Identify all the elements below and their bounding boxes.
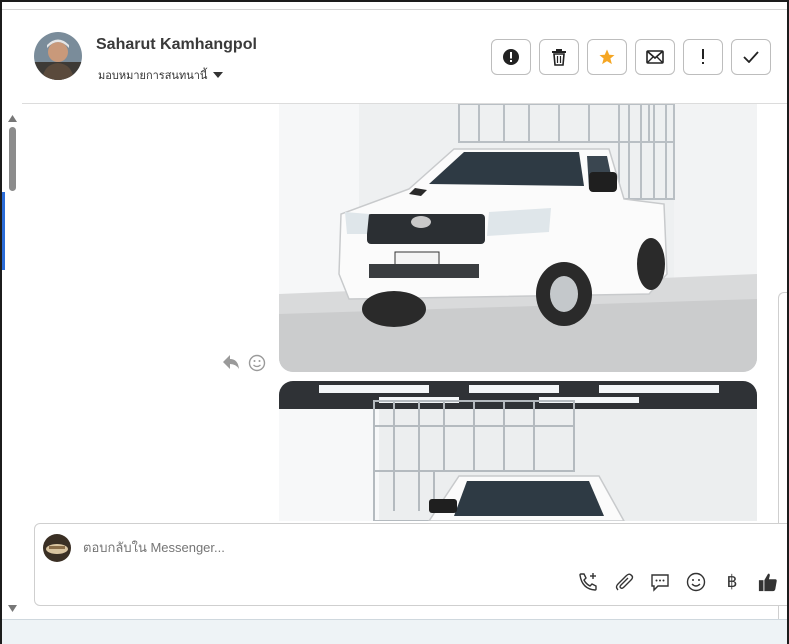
message-image-truck-1[interactable] (279, 104, 757, 372)
attach-button[interactable] (614, 572, 634, 592)
reply-icon[interactable] (222, 354, 240, 370)
conversation-header: Saharut Kamhangpol มอบหมายการสนทนานี้ (22, 10, 787, 104)
emoji-button[interactable] (686, 572, 706, 592)
thumbs-up-icon (758, 573, 777, 592)
top-divider (2, 2, 787, 10)
like-button[interactable] (758, 572, 778, 592)
scrollbar-thumb[interactable] (9, 127, 16, 191)
mark-unread-button[interactable] (635, 39, 675, 75)
caret-down-icon (213, 71, 224, 78)
exclamation-circle-icon (503, 49, 519, 65)
inbox-window: Saharut Kamhangpol มอบหมายการสนทนานี้ ตอ… (0, 0, 789, 644)
phone-plus-icon (579, 573, 597, 591)
composer-toolbar: ฿ (578, 572, 778, 592)
page-avatar (43, 534, 71, 562)
react-smiley-icon[interactable] (248, 354, 266, 372)
active-indicator (2, 192, 5, 270)
call-add-button[interactable] (578, 572, 598, 592)
smiley-icon (686, 572, 706, 592)
paperclip-icon (615, 573, 634, 591)
chat-bubble-icon (651, 574, 669, 592)
envelope-icon (646, 50, 664, 64)
exclamation-icon (702, 49, 704, 64)
message-tools (222, 354, 266, 372)
checkmark-icon (743, 51, 759, 63)
message-image-truck-2[interactable] (279, 381, 757, 521)
header-actions (491, 39, 771, 75)
assign-label: มอบหมายการสนทนานี้ (98, 70, 208, 82)
reply-composer: ฿ (34, 523, 787, 606)
trash-icon (552, 49, 566, 66)
scroll-up-arrow-icon[interactable] (8, 115, 17, 122)
contact-name[interactable]: Saharut Kamhangpol (96, 36, 257, 54)
assign-conversation-dropdown[interactable]: มอบหมายการสนทนานี้ (98, 66, 224, 84)
follow-up-button[interactable] (683, 39, 723, 75)
reply-input[interactable] (83, 540, 583, 555)
payment-button[interactable]: ฿ (722, 572, 742, 592)
contact-avatar[interactable] (34, 32, 82, 80)
saved-replies-button[interactable] (650, 572, 670, 592)
bottom-bar (2, 619, 787, 644)
scroll-down-arrow-icon[interactable] (8, 605, 17, 612)
baht-icon: ฿ (726, 572, 738, 591)
star-button[interactable] (587, 39, 627, 75)
mark-done-button[interactable] (731, 39, 771, 75)
spam-button[interactable] (491, 39, 531, 75)
star-icon (599, 49, 615, 65)
delete-button[interactable] (539, 39, 579, 75)
